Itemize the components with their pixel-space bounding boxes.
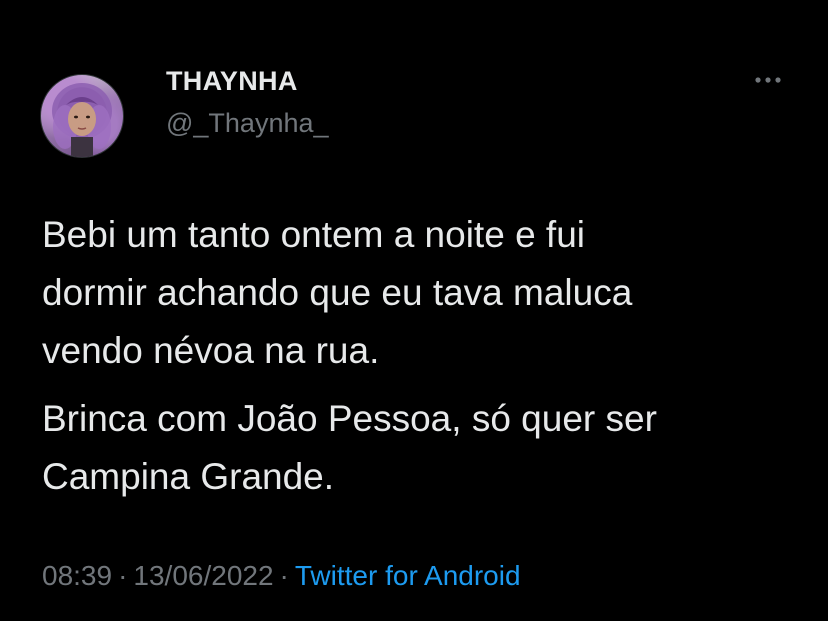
more-options-button[interactable] [752, 70, 784, 90]
tweet-time[interactable]: 08:39 [42, 560, 112, 591]
tweet-date[interactable]: 13/06/2022 [133, 560, 273, 591]
more-dots-icon [755, 77, 781, 83]
tweet-source-link[interactable]: Twitter for Android [295, 560, 521, 591]
tweet-card: THAYNHA @_Thaynha_ Bebi um tanto ontem a… [0, 0, 828, 621]
tweet-text: Bebi um tanto ontem a noite e fui dormir… [42, 206, 802, 516]
author-display-name[interactable]: THAYNHA [166, 66, 298, 97]
tweet-paragraph: Brinca com João Pessoa, só quer ser Camp… [42, 398, 657, 497]
meta-separator: · [279, 560, 289, 591]
tweet-metadata: 08:39 · 13/06/2022 · Twitter for Android [42, 560, 521, 592]
author-avatar[interactable] [40, 74, 124, 158]
avatar-photo-icon [52, 83, 112, 157]
meta-separator: · [118, 560, 128, 591]
tweet-paragraph: Bebi um tanto ontem a noite e fui dormir… [42, 214, 633, 371]
author-handle[interactable]: @_Thaynha_ [166, 108, 329, 139]
